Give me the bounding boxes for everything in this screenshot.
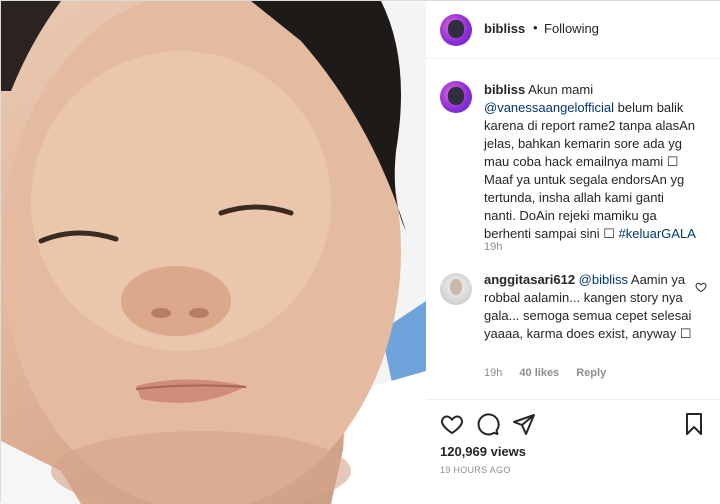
reply-button[interactable]: Reply	[576, 367, 606, 379]
commenter-username[interactable]: anggitasari612	[484, 272, 575, 287]
comments-section[interactable]: bibliss Akun mami @vanessaangelofficial …	[426, 59, 720, 399]
commenter-avatar[interactable]	[440, 273, 472, 305]
following-button[interactable]: Following	[544, 21, 599, 36]
comment-meta: 19h 40 likes Reply	[484, 367, 620, 379]
share-icon[interactable]	[512, 412, 536, 436]
caption-username[interactable]: bibliss	[484, 82, 525, 97]
post-video[interactable]	[1, 1, 426, 504]
caption-time[interactable]: 19h	[484, 241, 502, 253]
caption-avatar[interactable]	[440, 81, 472, 113]
view-count[interactable]: 120,969 views	[440, 444, 526, 459]
caption-hashtag[interactable]: #keluarGALA	[619, 226, 696, 241]
comment-time[interactable]: 19h	[484, 367, 502, 379]
caption-text-start: Akun mami	[528, 82, 594, 97]
caption-mention[interactable]: @vanessaangelofficial	[484, 100, 614, 115]
action-bar: 120,969 views 19 HOURS AGO	[426, 399, 720, 504]
caption-text: bibliss Akun mami @vanessaangelofficial …	[484, 81, 699, 243]
caption-meta: 19h	[484, 241, 516, 253]
post-header: bibliss • Following	[426, 1, 720, 59]
baby-face-image	[1, 1, 426, 504]
bookmark-icon[interactable]	[682, 412, 706, 436]
caption-body: belum balik karena di report rame2 tanpa…	[484, 100, 696, 241]
post-panel: bibliss • Following bibliss Akun mami @v…	[426, 1, 720, 504]
comment-text: anggitasari612 @bibliss Aamin ya robbal …	[484, 271, 699, 343]
heart-icon[interactable]	[440, 412, 464, 436]
author-avatar[interactable]	[440, 14, 472, 46]
comment-heart-icon[interactable]	[695, 281, 707, 293]
comment-likes[interactable]: 40 likes	[519, 367, 559, 379]
post-window: bibliss • Following bibliss Akun mami @v…	[0, 0, 720, 504]
comment-icon[interactable]	[476, 412, 500, 436]
post-time[interactable]: 19 HOURS AGO	[440, 465, 511, 475]
author-username[interactable]: bibliss	[484, 21, 525, 36]
separator-dot: •	[533, 20, 538, 35]
comment-mention[interactable]: @bibliss	[579, 272, 628, 287]
